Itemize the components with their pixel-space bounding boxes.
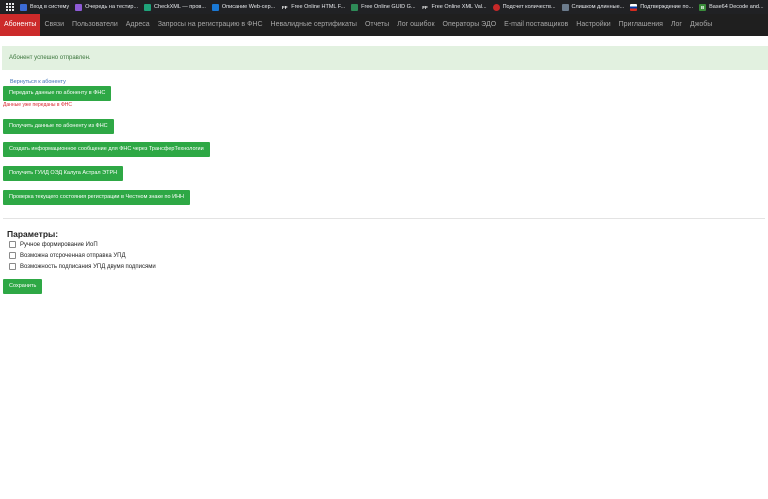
nav-item-fns-requests[interactable]: Запросы на регистрацию в ФНС [154,14,267,36]
nav-item-subscribers[interactable]: Абоненты [0,14,41,36]
save-button[interactable]: Сохранить [3,279,43,294]
document-icon [20,3,27,11]
freeformatter-icon: FF [421,3,429,11]
manual-iop-checkbox[interactable] [9,241,16,248]
freeformatter-icon: FF [281,3,289,11]
check-registration-status-button[interactable]: Проверка текущего состояния регистрации … [3,190,191,205]
bookmark-item[interactable]: Free Online GUID G... [351,3,416,11]
get-from-fns-button[interactable]: Получить данные по абоненту из ФНС [3,119,114,134]
send-to-fns-button[interactable]: Передать данные по абоненту в ФНС [3,86,112,101]
apps-grid-icon[interactable] [6,3,14,11]
nav-item-addresses[interactable]: Адреса [122,14,154,36]
guid-icon [351,3,359,11]
bookmark-item[interactable]: CheckXML — пров... [144,3,206,11]
nav-item-error-log[interactable]: Лог ошибок [393,14,438,36]
bookmark-item[interactable]: Вход в систему [20,3,69,11]
main-navbar: Абоненты Связи Пользователи Адреса Запро… [0,14,768,36]
option-label: Возможность подписания УПД двумя подпися… [20,263,156,270]
option-double-signature[interactable]: Возможность подписания УПД двумя подпися… [9,263,156,270]
nav-item-users[interactable]: Пользователи [68,14,122,36]
get-guid-button[interactable]: Получить ГУИД ОЭД Калуга Астрал ЭТРН [3,166,124,181]
bookmark-item[interactable]: Подсчет количеств... [492,3,556,11]
azure-icon [211,3,219,11]
option-label: Ручное формирование ИоП [20,241,98,248]
bookmark-item[interactable]: Описание Web-сер... [211,3,275,11]
deferred-upd-checkbox[interactable] [9,252,16,259]
bookmark-item[interactable]: B Base64 Decode and... [699,3,764,11]
nav-item-reports[interactable]: Отчеты [361,14,393,36]
double-signature-checkbox[interactable] [9,263,16,270]
bookmarks-bar: Вход в систему Очередь на тестир... Chec… [0,0,768,14]
back-to-subscriber-link[interactable]: Вернуться к абоненту [10,79,66,85]
success-alert: Абонент успешно отправлен. [2,46,768,70]
bookmark-item[interactable]: Слишком длинные... [561,3,624,11]
option-label: Возможна отсроченная отправка УПД [20,252,126,259]
nav-item-invitations[interactable]: Приглашения [615,14,667,36]
parameters-title: Параметры: [7,229,59,239]
bookmark-item[interactable]: FF Free Online HTML F... [281,3,345,11]
russian-flag-icon [630,3,638,11]
section-divider [3,218,765,219]
option-manual-iop[interactable]: Ручное формирование ИоП [9,241,98,248]
nav-item-supplier-emails[interactable]: E-mail поставщиков [500,14,572,36]
option-deferred-upd[interactable]: Возможна отсроченная отправка УПД [9,252,126,259]
bookmark-item[interactable]: Подтверждение по... [630,3,693,11]
base64-icon: B [699,3,707,11]
nav-item-links[interactable]: Связи [40,14,68,36]
create-info-message-button[interactable]: Создать информационное сообщение для ФНС… [3,142,210,157]
bookmark-item[interactable]: FF Free Online XML Val... [421,3,487,11]
stackoverflow-icon [561,3,569,11]
counter-icon [492,3,500,11]
check-xml-icon [144,3,152,11]
nav-item-invalid-certs[interactable]: Невалидные сертификаты [267,14,361,36]
sent-to-fns-note: Данные уже переданы в ФНС [3,102,72,108]
nav-item-settings[interactable]: Настройки [572,14,614,36]
visual-studio-icon [75,3,83,11]
nav-item-jobs[interactable]: Джобы [686,14,716,36]
bookmark-item[interactable]: Очередь на тестир... [75,3,138,11]
nav-item-edo-operators[interactable]: Операторы ЭДО [439,14,501,36]
nav-item-log[interactable]: Лог [667,14,686,36]
